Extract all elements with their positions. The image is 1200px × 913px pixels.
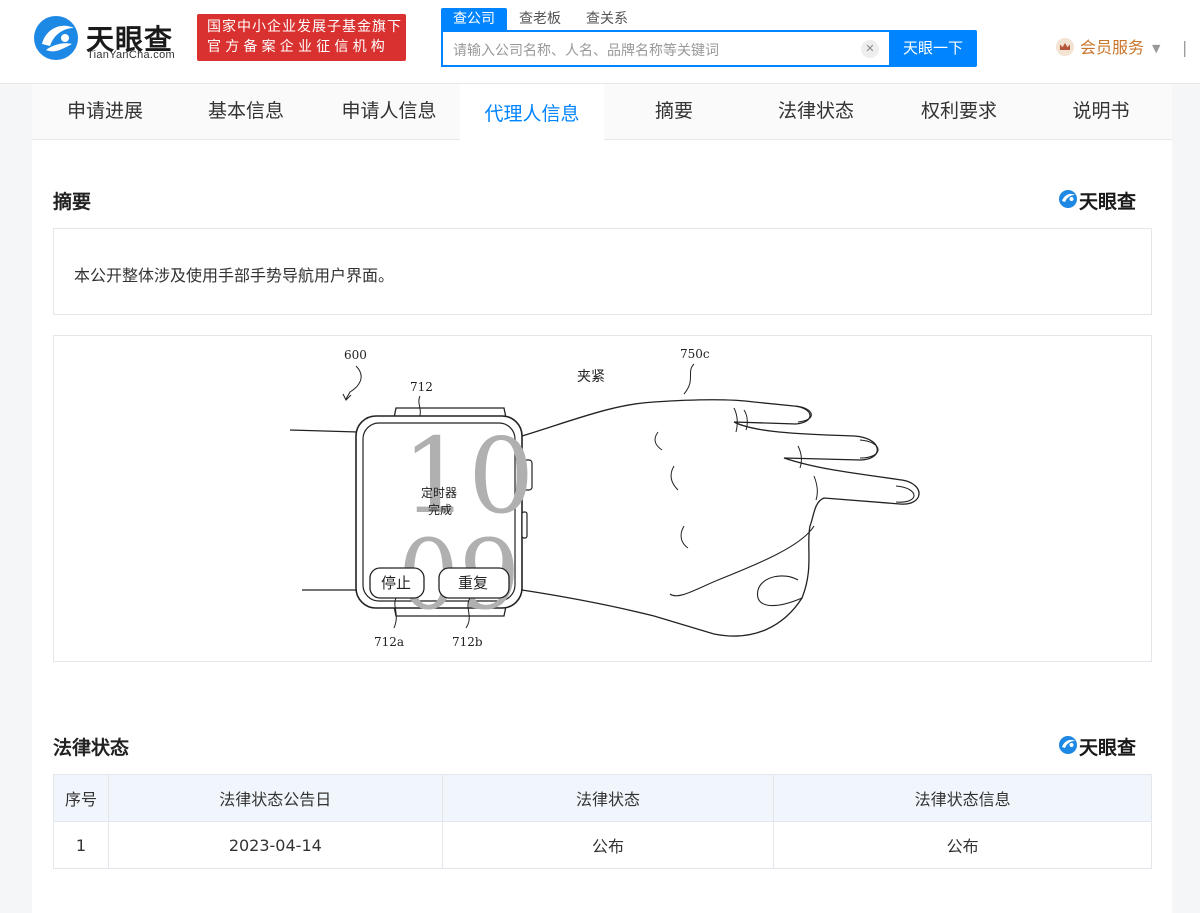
search-input[interactable]: 请输入公司名称、人名、品牌名称等关键词 ✕ [441, 30, 889, 67]
table-cell: 2023-04-14 [107, 821, 443, 869]
tab-application-progress[interactable]: 申请进展 [32, 84, 178, 140]
header-divider: | [1182, 38, 1188, 57]
abstract-text: 本公开整体涉及使用手部手势导航用户界面。 [74, 266, 395, 285]
legal-status-title: 法律状态 [53, 737, 130, 759]
patent-figure: 600 712 750c 夹紧 10 定时器 完成 停止 重复 712a 712… [289, 347, 920, 649]
abstract-title: 摘要 [53, 191, 92, 213]
search-tab-company[interactable]: 查公司 [441, 8, 507, 30]
search-tab-boss[interactable]: 查老板 [519, 8, 561, 30]
logo-mark-icon [34, 16, 78, 60]
official-badge: 国家中小企业发展子基金旗下 官方备案企业征信机构 [197, 14, 406, 61]
brand-logo-icon [1059, 190, 1077, 208]
table-cell: 1 [53, 821, 109, 869]
brand-text: 天眼查 [1079, 737, 1137, 759]
hand-ref-label: 750c [680, 347, 710, 361]
legal-status-table: 序号 法律状态公告日 法律状态 法律状态信息 1 2023-04-14 公布 公… [53, 774, 1152, 869]
logo-domain: TianYanCha.com [87, 49, 175, 61]
column-header: 法律状态 [441, 774, 775, 822]
tab-abstract[interactable]: 摘要 [604, 84, 744, 140]
abstract-brand-watermark: 天眼查 [1058, 187, 1150, 213]
detail-nav: 申请进展 基本信息 申请人信息 代理人信息 摘要 法律状态 权利要求 说明书 [32, 84, 1172, 142]
badge-line-2: 官方备案企业征信机构 [207, 39, 389, 55]
patent-drawing: 600 712 750c 夹紧 10 定时器 完成 停止 重复 712a 712… [53, 335, 1152, 662]
tab-applicant-info[interactable]: 申请人信息 [318, 84, 460, 140]
search-button[interactable]: 天眼一下 [889, 30, 977, 67]
tab-agent-info[interactable]: 代理人信息 [460, 84, 604, 142]
legal-brand-watermark: 天眼查 [1058, 733, 1150, 759]
clear-icon[interactable]: ✕ [861, 40, 879, 58]
notify-line-2: 完成 [428, 502, 452, 517]
stop-ref-label: 712a [374, 635, 404, 649]
crown-icon [1056, 38, 1074, 56]
badge-line-1: 国家中小企业发展子基金旗下 [207, 19, 402, 35]
brand-logo-icon [1059, 736, 1077, 754]
gesture-label: 夹紧 [577, 369, 605, 385]
fig-ref-label: 600 [344, 348, 367, 362]
site-logo[interactable]: 天眼查 TianYanCha.com [32, 14, 184, 66]
column-header: 法律状态公告日 [107, 774, 443, 822]
tab-legal-status[interactable]: 法律状态 [744, 84, 888, 140]
table-cell: 公布 [773, 821, 1152, 869]
abstract-text-box: 本公开整体涉及使用手部手势导航用户界面。 [53, 228, 1152, 315]
table-row: 1 2023-04-14 公布 公布 [53, 821, 1152, 869]
top-header: 天眼查 TianYanCha.com 国家中小企业发展子基金旗下 官方备案企业征… [0, 0, 1200, 84]
column-header: 序号 [53, 774, 109, 822]
stop-button-label: 停止 [381, 574, 411, 592]
search-placeholder: 请输入公司名称、人名、品牌名称等关键词 [453, 43, 719, 59]
chevron-down-icon: ▼ [1152, 42, 1161, 55]
table-header-row: 序号 法律状态公告日 法律状态 法律状态信息 [53, 774, 1152, 822]
search-tab-relation[interactable]: 查关系 [586, 8, 628, 30]
member-service[interactable]: 会员服务 ▼ [1056, 36, 1160, 60]
tab-basic-info[interactable]: 基本信息 [178, 84, 314, 140]
screen-ref-label: 712 [410, 380, 433, 394]
repeat-button-label: 重复 [458, 574, 488, 592]
repeat-ref-label: 712b [452, 635, 483, 649]
content-panel: 摘要 天眼查 本公开整体涉及使用手部手势导航用户界面。 600 712 750c… [32, 140, 1172, 913]
tab-claims[interactable]: 权利要求 [888, 84, 1030, 140]
notify-line-1: 定时器 [421, 485, 457, 500]
member-label: 会员服务 [1080, 38, 1145, 57]
brand-text: 天眼查 [1079, 191, 1137, 213]
tab-description[interactable]: 说明书 [1030, 84, 1172, 140]
table-cell: 公布 [441, 821, 775, 869]
column-header: 法律状态信息 [773, 774, 1152, 822]
